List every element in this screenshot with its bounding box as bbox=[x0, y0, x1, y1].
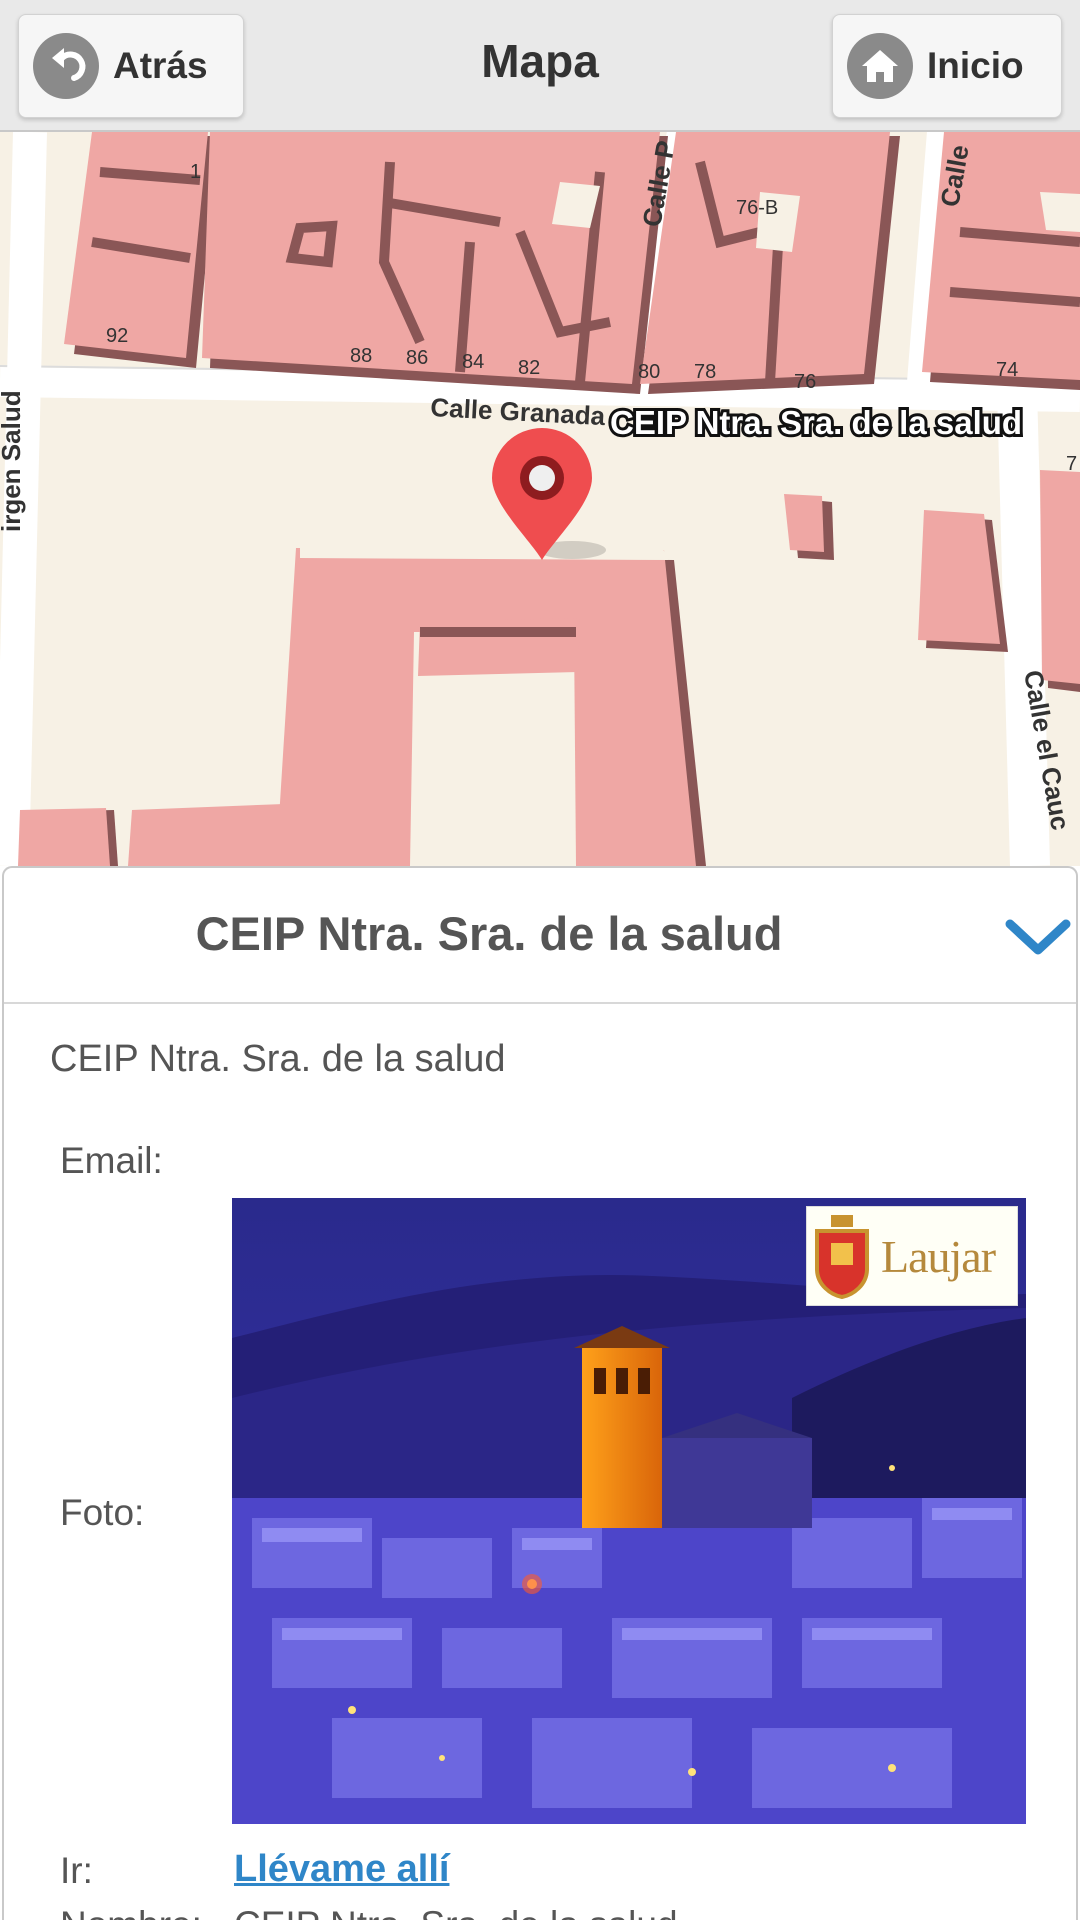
take-me-there-link[interactable]: Llévame allí bbox=[234, 1848, 449, 1891]
map-canvas: Calle Granada Calle P Calle Calle el Cau… bbox=[0, 132, 1080, 866]
info-panel: CEIP Ntra. Sra. de la salud CEIP Ntra. S… bbox=[2, 866, 1078, 1920]
home-button[interactable]: Inicio bbox=[832, 14, 1062, 118]
svg-text:7: 7 bbox=[1066, 453, 1077, 475]
svg-text:86: 86 bbox=[406, 347, 428, 369]
place-description: CEIP Ntra. Sra. de la salud bbox=[50, 1038, 506, 1080]
map-pin-icon bbox=[492, 428, 606, 560]
chevron-down-icon[interactable] bbox=[1004, 912, 1072, 962]
map-marker-label: CEIP Ntra. Sra. de la salud bbox=[610, 404, 1022, 441]
top-bar: Atrás Mapa Inicio bbox=[0, 0, 1080, 132]
place-photo: Laujar bbox=[232, 1198, 1026, 1824]
svg-text:1: 1 bbox=[190, 161, 201, 183]
svg-text:74: 74 bbox=[996, 359, 1018, 381]
panel-title: CEIP Ntra. Sra. de la salud bbox=[195, 907, 783, 960]
svg-text:88: 88 bbox=[350, 345, 372, 367]
svg-text:80: 80 bbox=[638, 361, 660, 383]
email-label: Email: bbox=[60, 1140, 163, 1181]
svg-text:76-B: 76-B bbox=[736, 197, 778, 219]
coat-of-arms-icon bbox=[815, 1215, 869, 1300]
svg-text:76: 76 bbox=[794, 371, 816, 393]
svg-text:82: 82 bbox=[518, 357, 540, 379]
laujar-logo: Laujar bbox=[806, 1206, 1018, 1306]
logo-text: Laujar bbox=[881, 1230, 996, 1282]
name-value: CEIP Ntra. Sra. de la salud bbox=[234, 1904, 678, 1920]
svg-text:84: 84 bbox=[462, 351, 484, 373]
svg-text:92: 92 bbox=[106, 325, 128, 347]
svg-text:irgen Salud: irgen Salud bbox=[0, 390, 26, 532]
home-icon bbox=[847, 33, 913, 99]
name-label: Nombre: bbox=[60, 1904, 202, 1920]
svg-text:78: 78 bbox=[694, 361, 716, 383]
panel-header[interactable]: CEIP Ntra. Sra. de la salud bbox=[4, 868, 1076, 1004]
go-label: Ir: bbox=[60, 1850, 93, 1891]
home-label: Inicio bbox=[927, 45, 1024, 86]
map-view[interactable]: Calle Granada Calle P Calle Calle el Cau… bbox=[0, 132, 1080, 866]
photo-label: Foto: bbox=[60, 1492, 145, 1533]
